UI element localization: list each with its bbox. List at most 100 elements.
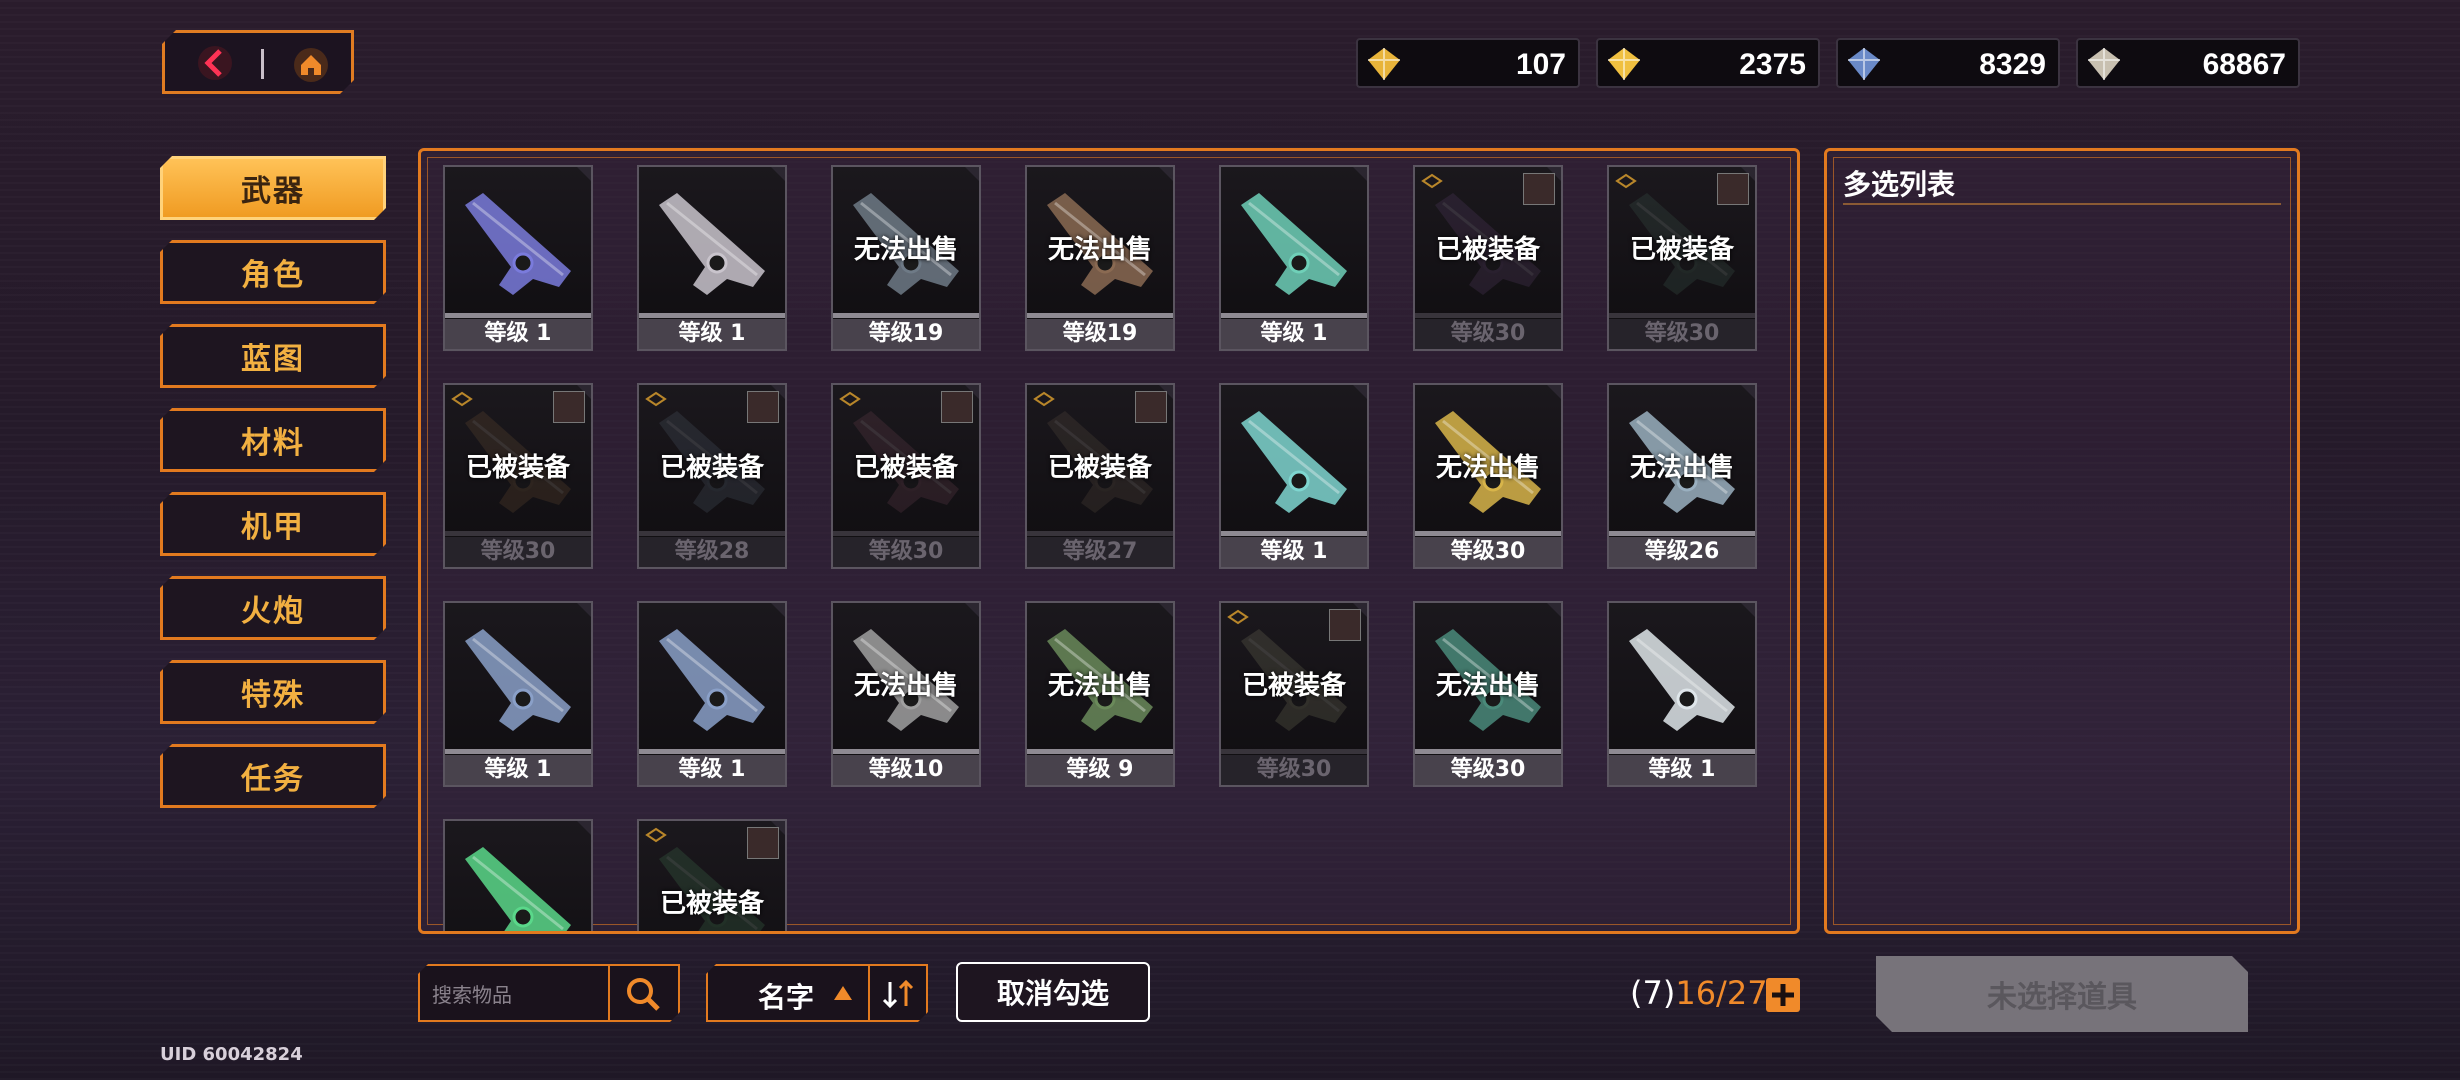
item-level-label: 等级 1: [639, 313, 785, 349]
item-level-label: 等级26: [1609, 531, 1755, 567]
item-card[interactable]: 无法出售 等级30: [1413, 601, 1563, 787]
currency-value: 2375: [1739, 48, 1806, 81]
sort-direction-icon: [834, 986, 852, 1000]
search-icon[interactable]: [616, 972, 672, 1016]
equipped-character-avatar: [1717, 173, 1749, 205]
item-card[interactable]: 无法出售等级30: [1413, 383, 1563, 569]
category-tab-6[interactable]: 火炮: [160, 576, 386, 640]
count-prefix: (7): [1630, 974, 1676, 1012]
item-level-label: 等级30: [1415, 313, 1561, 349]
ticket-icon: [2088, 48, 2120, 80]
card-corner: [771, 167, 785, 181]
count-total: /27: [1716, 974, 1768, 1012]
gem-premium-icon: [1368, 48, 1400, 80]
category-tab-7[interactable]: 特殊: [160, 660, 386, 724]
category-tab-1[interactable]: 武器: [160, 156, 386, 220]
multi-select-panel-frame: [1833, 157, 2291, 925]
equipped-character-avatar: [1523, 173, 1555, 205]
category-tab-8[interactable]: 任务: [160, 744, 386, 808]
equipped-character-avatar: [1329, 609, 1361, 641]
item-level-label: 等级 1: [639, 749, 785, 785]
item-card[interactable]: 等级 1: [1219, 165, 1369, 351]
equipped-character-avatar: [941, 391, 973, 423]
card-corner: [577, 603, 591, 617]
home-icon[interactable]: [291, 45, 331, 85]
equipped-character-avatar: [747, 827, 779, 859]
card-corner: [1741, 603, 1755, 617]
sort-order-icon[interactable]: [876, 974, 922, 1014]
item-card[interactable]: 已被装备等级30: [1607, 165, 1757, 351]
weapon-icon: [465, 629, 571, 731]
item-card[interactable]: 等级 1: [637, 165, 787, 351]
item-status-label: 已被装备: [659, 889, 764, 919]
item-status-label: 已被装备: [1047, 453, 1152, 483]
item-card[interactable]: 已被装备 等级28: [637, 383, 787, 569]
search-box: [418, 964, 680, 1022]
item-level-label: 等级27: [1027, 531, 1173, 567]
plus-icon[interactable]: [1766, 978, 1800, 1012]
sort-divider: [868, 966, 870, 1020]
gem-icon: [1608, 48, 1640, 80]
rank-badge-icon: [451, 391, 473, 407]
chevron-left-icon[interactable]: [193, 43, 237, 83]
selection-count: (7)16/27: [1630, 974, 1768, 1012]
card-corner: [577, 167, 591, 181]
item-level-label: 等级10: [833, 749, 979, 785]
item-card[interactable]: 等级 1: [1607, 601, 1757, 787]
user-id: UID 60042824: [160, 1044, 303, 1065]
item-card[interactable]: [443, 819, 593, 931]
item-status-label: 无法出售: [853, 235, 958, 265]
item-level-label: 等级30: [445, 531, 591, 567]
item-card[interactable]: 已被装备 等级30: [1219, 601, 1369, 787]
confirm-button[interactable]: 未选择道具: [1876, 956, 2248, 1032]
item-level-label: 等级30: [1609, 313, 1755, 349]
item-card[interactable]: 无法出售等级10: [831, 601, 981, 787]
card-corner: [1547, 385, 1561, 399]
count-selected: 16: [1675, 974, 1717, 1012]
item-card[interactable]: 已被装备: [637, 819, 787, 931]
weapon-icon: [659, 193, 765, 295]
weapon-icon: [465, 193, 571, 295]
item-level-label: 等级 1: [445, 749, 591, 785]
item-card[interactable]: 无法出售 等级26: [1607, 383, 1757, 569]
item-card[interactable]: 无法出售 等级 9: [1025, 601, 1175, 787]
item-card[interactable]: 等级 1: [443, 601, 593, 787]
item-card[interactable]: 已被装备 等级30: [443, 383, 593, 569]
item-status-label: 已被装备: [1629, 235, 1734, 265]
category-tab-3[interactable]: 蓝图: [160, 324, 386, 388]
multi-select-panel: 多选列表: [1824, 148, 2300, 934]
sort-dropdown[interactable]: 名字: [706, 964, 928, 1022]
item-status-label: 无法出售: [853, 671, 958, 701]
currency-value: 8329: [1979, 48, 2046, 81]
item-level-label: 等级30: [1415, 531, 1561, 567]
search-input[interactable]: [430, 980, 614, 1010]
nav-bar: [162, 30, 354, 94]
title-divider: [1843, 203, 2281, 205]
item-status-label: 无法出售: [1435, 453, 1540, 483]
deselect-all-button[interactable]: 取消勾选: [956, 962, 1150, 1022]
rank-badge-icon: [1227, 609, 1249, 625]
category-tab-2[interactable]: 角色: [160, 240, 386, 304]
card-corner: [1547, 603, 1561, 617]
item-card[interactable]: 无法出售 等级19: [1025, 165, 1175, 351]
currency-value: 68867: [2202, 48, 2286, 81]
rank-badge-icon: [1421, 173, 1443, 189]
item-status-label: 已被装备: [1435, 235, 1540, 265]
item-card[interactable]: 无法出售 等级19: [831, 165, 981, 351]
item-card[interactable]: 等级 1: [443, 165, 593, 351]
item-card[interactable]: 等级 1: [637, 601, 787, 787]
category-tab-5[interactable]: 机甲: [160, 492, 386, 556]
item-card[interactable]: 已被装备 等级30: [831, 383, 981, 569]
item-level-label: 等级 1: [445, 313, 591, 349]
item-card[interactable]: 已被装备等级30: [1413, 165, 1563, 351]
item-card[interactable]: 等级 1: [1219, 383, 1369, 569]
item-status-label: 无法出售: [1047, 235, 1152, 265]
currency-value: 107: [1515, 48, 1566, 81]
rank-badge-icon: [645, 827, 667, 843]
item-card[interactable]: 已被装备等级27: [1025, 383, 1175, 569]
item-status-label: 已被装备: [1241, 671, 1346, 701]
rank-badge-icon: [645, 391, 667, 407]
multi-select-title: 多选列表: [1843, 168, 1956, 201]
category-tab-4[interactable]: 材料: [160, 408, 386, 472]
sort-label: 名字: [758, 981, 815, 1014]
